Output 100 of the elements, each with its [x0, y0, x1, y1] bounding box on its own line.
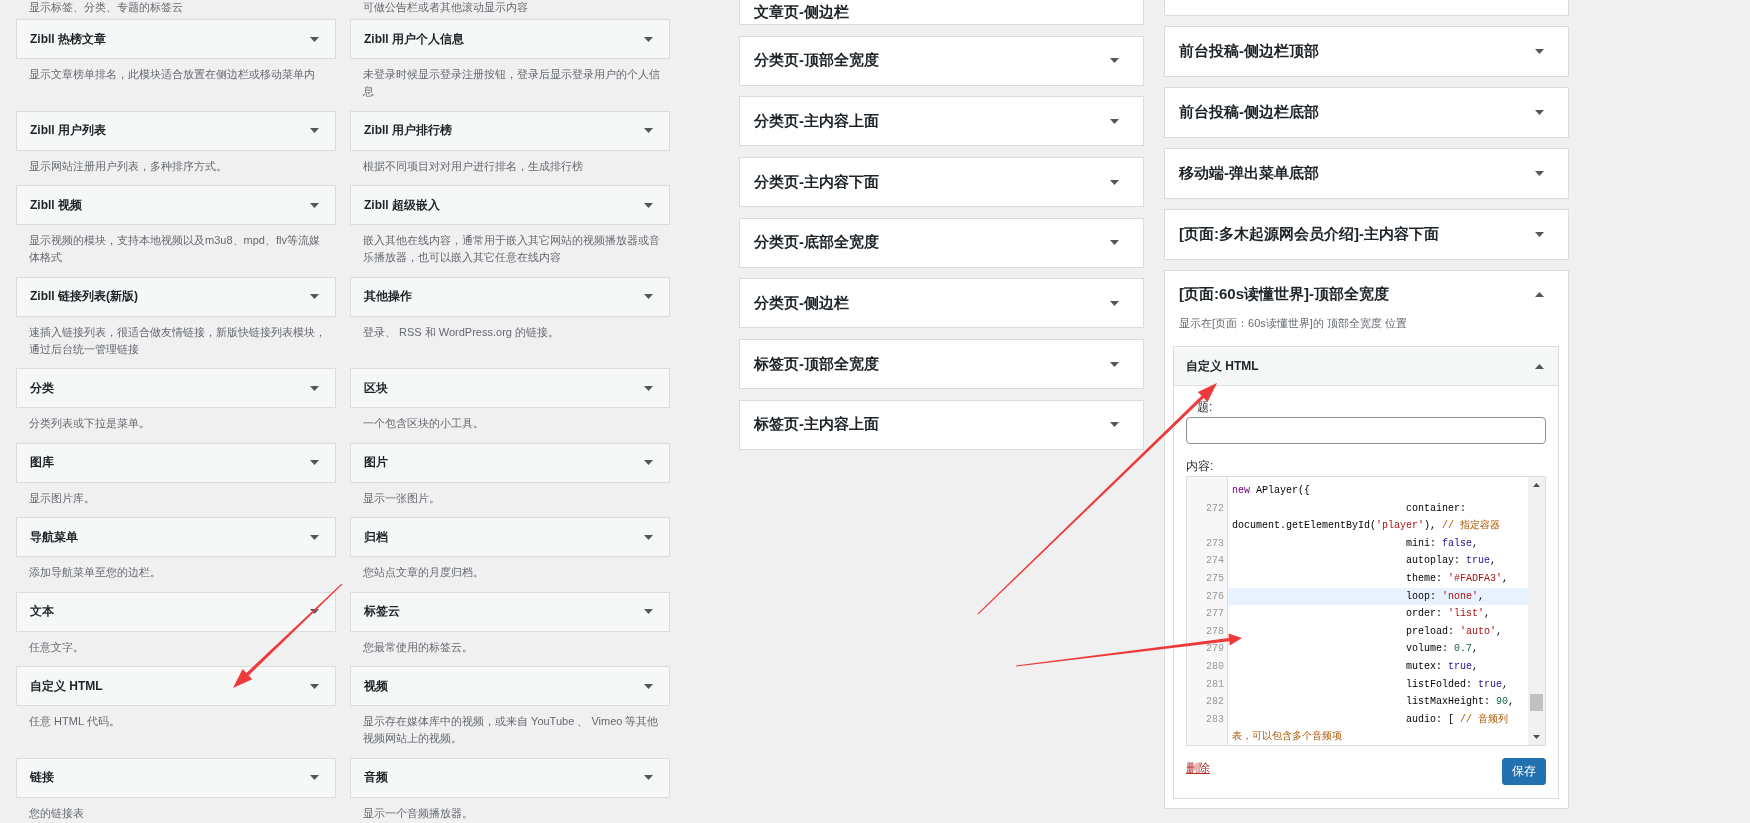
- scroll-down-icon[interactable]: [1533, 735, 1540, 739]
- line-number: 272: [1206, 502, 1224, 514]
- sidebar-area[interactable]: 前台投稿-侧边栏顶部: [1164, 26, 1569, 77]
- widget-description: 您的链接表: [29, 805, 84, 821]
- widget-description: 速插入链接列表，很适合做友情链接，新版快链接列表模块，通过后台统一管理链接: [29, 324, 326, 357]
- sidebar-area[interactable]: 分类页-主内容上面: [739, 96, 1144, 147]
- caret-down-icon[interactable]: [1535, 49, 1544, 54]
- widget-item[interactable]: 图片: [350, 442, 670, 483]
- caret-down-icon[interactable]: [1535, 171, 1544, 176]
- widget-item[interactable]: 图库: [16, 442, 336, 483]
- code-line: audio: [ // 音频列: [1406, 712, 1509, 727]
- caret-down-icon[interactable]: [310, 385, 319, 391]
- caret-down-icon[interactable]: [310, 534, 319, 540]
- code-line: 表，可以包含多个音频项: [1232, 729, 1342, 745]
- caret-down-icon[interactable]: [644, 385, 653, 391]
- caret-up-icon[interactable]: [1535, 363, 1544, 369]
- widget-item[interactable]: 链接: [16, 757, 336, 798]
- line-number: 280: [1206, 660, 1224, 672]
- caret-down-icon[interactable]: [644, 128, 653, 133]
- scrollbar-thumb[interactable]: [1530, 694, 1543, 711]
- code-line: new APlayer({: [1232, 484, 1311, 498]
- widget-item[interactable]: 分类: [16, 368, 336, 408]
- code-line: volume: 0.7,: [1406, 642, 1479, 657]
- widget-item[interactable]: 区块: [350, 368, 670, 408]
- code-line: order: 'list',: [1406, 607, 1491, 622]
- caret-up-icon[interactable]: [1535, 291, 1544, 297]
- caret-down-icon[interactable]: [1535, 232, 1544, 237]
- caret-down-icon[interactable]: [1110, 300, 1119, 306]
- field-label: 内容:: [1186, 458, 1214, 475]
- title-input[interactable]: [1186, 417, 1546, 444]
- code-line: listMaxHeight: 90,: [1406, 695, 1515, 710]
- code-line: container:: [1406, 501, 1467, 516]
- sidebar-area[interactable]: 分类页-主内容下面: [739, 157, 1144, 208]
- line-number: 281: [1206, 678, 1224, 690]
- caret-down-icon[interactable]: [1110, 422, 1119, 428]
- sidebar-area[interactable]: 分类页-顶部全宽度: [739, 35, 1144, 86]
- caret-down-icon[interactable]: [644, 609, 653, 614]
- sidebar-area[interactable]: 移动端-弹出菜单底部: [1164, 148, 1569, 199]
- delete-link[interactable]: 删除: [1186, 760, 1210, 777]
- sidebar-area[interactable]: 分类页-侧边栏: [739, 278, 1144, 329]
- caret-down-icon[interactable]: [310, 36, 319, 42]
- widget-item[interactable]: Zibll 用户排行榜: [350, 110, 670, 151]
- caret-down-icon[interactable]: [644, 775, 653, 780]
- caret-down-icon[interactable]: [644, 683, 653, 689]
- widget-description: 显示标签、分类、专题的标签云: [29, 0, 183, 15]
- caret-down-icon[interactable]: [1535, 110, 1544, 115]
- widget-item[interactable]: Zibll 链接列表(新版): [16, 276, 336, 317]
- caret-down-icon[interactable]: [1110, 361, 1119, 367]
- widget-item[interactable]: 归档: [350, 517, 670, 557]
- caret-down-icon[interactable]: [644, 294, 653, 299]
- widget-item[interactable]: 自定义 HTML: [16, 666, 336, 706]
- widget-description: 您站点文章的月度归档。: [363, 565, 484, 580]
- widget-item[interactable]: Zibll 视频: [16, 185, 336, 225]
- code-editor[interactable]: [1186, 476, 1546, 746]
- caret-down-icon[interactable]: [310, 128, 319, 133]
- widget-item[interactable]: 视频: [350, 666, 670, 706]
- widget-description: 一个包含区块的小工具。: [363, 416, 484, 431]
- line-number: 282: [1206, 696, 1224, 708]
- widget-item[interactable]: 音频: [350, 757, 670, 798]
- code-line: theme: '#FADFA3',: [1406, 571, 1509, 586]
- widget-item[interactable]: 标签云: [350, 591, 670, 632]
- sidebar-area[interactable]: 标签页-主内容上面: [739, 399, 1144, 450]
- sidebar-area[interactable]: [页面:多木起源网会员介绍]-主内容下面: [1164, 209, 1569, 260]
- line-number: 275: [1206, 572, 1224, 584]
- save-button[interactable]: 保存: [1502, 758, 1546, 785]
- code-line: preload: 'auto',: [1406, 624, 1503, 639]
- line-number: 273: [1206, 537, 1224, 549]
- sidebar-area[interactable]: 前台投稿-侧边栏底部: [1164, 87, 1569, 138]
- code-line: document.getElementById('player'), // 指定容器: [1232, 518, 1501, 534]
- sidebar-description: 显示在[页面：60s读懂世界]的 顶部全宽度 位置: [1179, 316, 1407, 331]
- scroll-up-icon[interactable]: [1533, 483, 1540, 487]
- caret-down-icon[interactable]: [644, 460, 653, 465]
- caret-down-icon[interactable]: [644, 202, 653, 208]
- widget-item[interactable]: Zibll 超级嵌入: [350, 185, 670, 225]
- caret-down-icon[interactable]: [1110, 58, 1119, 64]
- caret-down-icon[interactable]: [310, 294, 319, 299]
- sidebar-area[interactable]: 分类页-底部全宽度: [739, 217, 1144, 268]
- code-line: loop: 'none',: [1406, 589, 1485, 604]
- caret-down-icon[interactable]: [644, 534, 653, 540]
- widget-header[interactable]: 自定义 HTML: [1173, 346, 1559, 386]
- widget-item[interactable]: 其他操作: [350, 276, 670, 317]
- widget-item[interactable]: Zibll 用户个人信息: [350, 19, 670, 59]
- caret-down-icon[interactable]: [310, 202, 319, 208]
- caret-down-icon[interactable]: [1110, 118, 1119, 124]
- code-line: listFolded: true,: [1406, 677, 1509, 692]
- widget-item[interactable]: Zibll 用户列表: [16, 110, 336, 151]
- caret-down-icon[interactable]: [1110, 179, 1119, 185]
- caret-down-icon[interactable]: [310, 460, 319, 465]
- caret-down-icon[interactable]: [1110, 240, 1119, 246]
- caret-down-icon[interactable]: [310, 683, 319, 689]
- widget-description: 嵌入其他在线内容，通常用于嵌入其它网站的视频播放器或音乐播放器，也可以嵌入其它任意在线内容: [363, 233, 660, 265]
- widget-item[interactable]: 文本: [16, 591, 336, 632]
- sidebar-area[interactable]: 标签页-顶部全宽度: [739, 339, 1144, 390]
- sidebar-area[interactable]: 文章页-侧边栏: [739, 0, 1144, 25]
- sidebar-area-header[interactable]: [页面:60s读懂世界]-顶部全宽度: [1173, 271, 1559, 315]
- widget-item[interactable]: Zibll 热榜文章: [16, 19, 336, 59]
- caret-down-icon[interactable]: [310, 775, 319, 780]
- widget-item[interactable]: 导航菜单: [16, 517, 336, 557]
- caret-down-icon[interactable]: [644, 36, 653, 42]
- scrollbar[interactable]: [1528, 477, 1545, 745]
